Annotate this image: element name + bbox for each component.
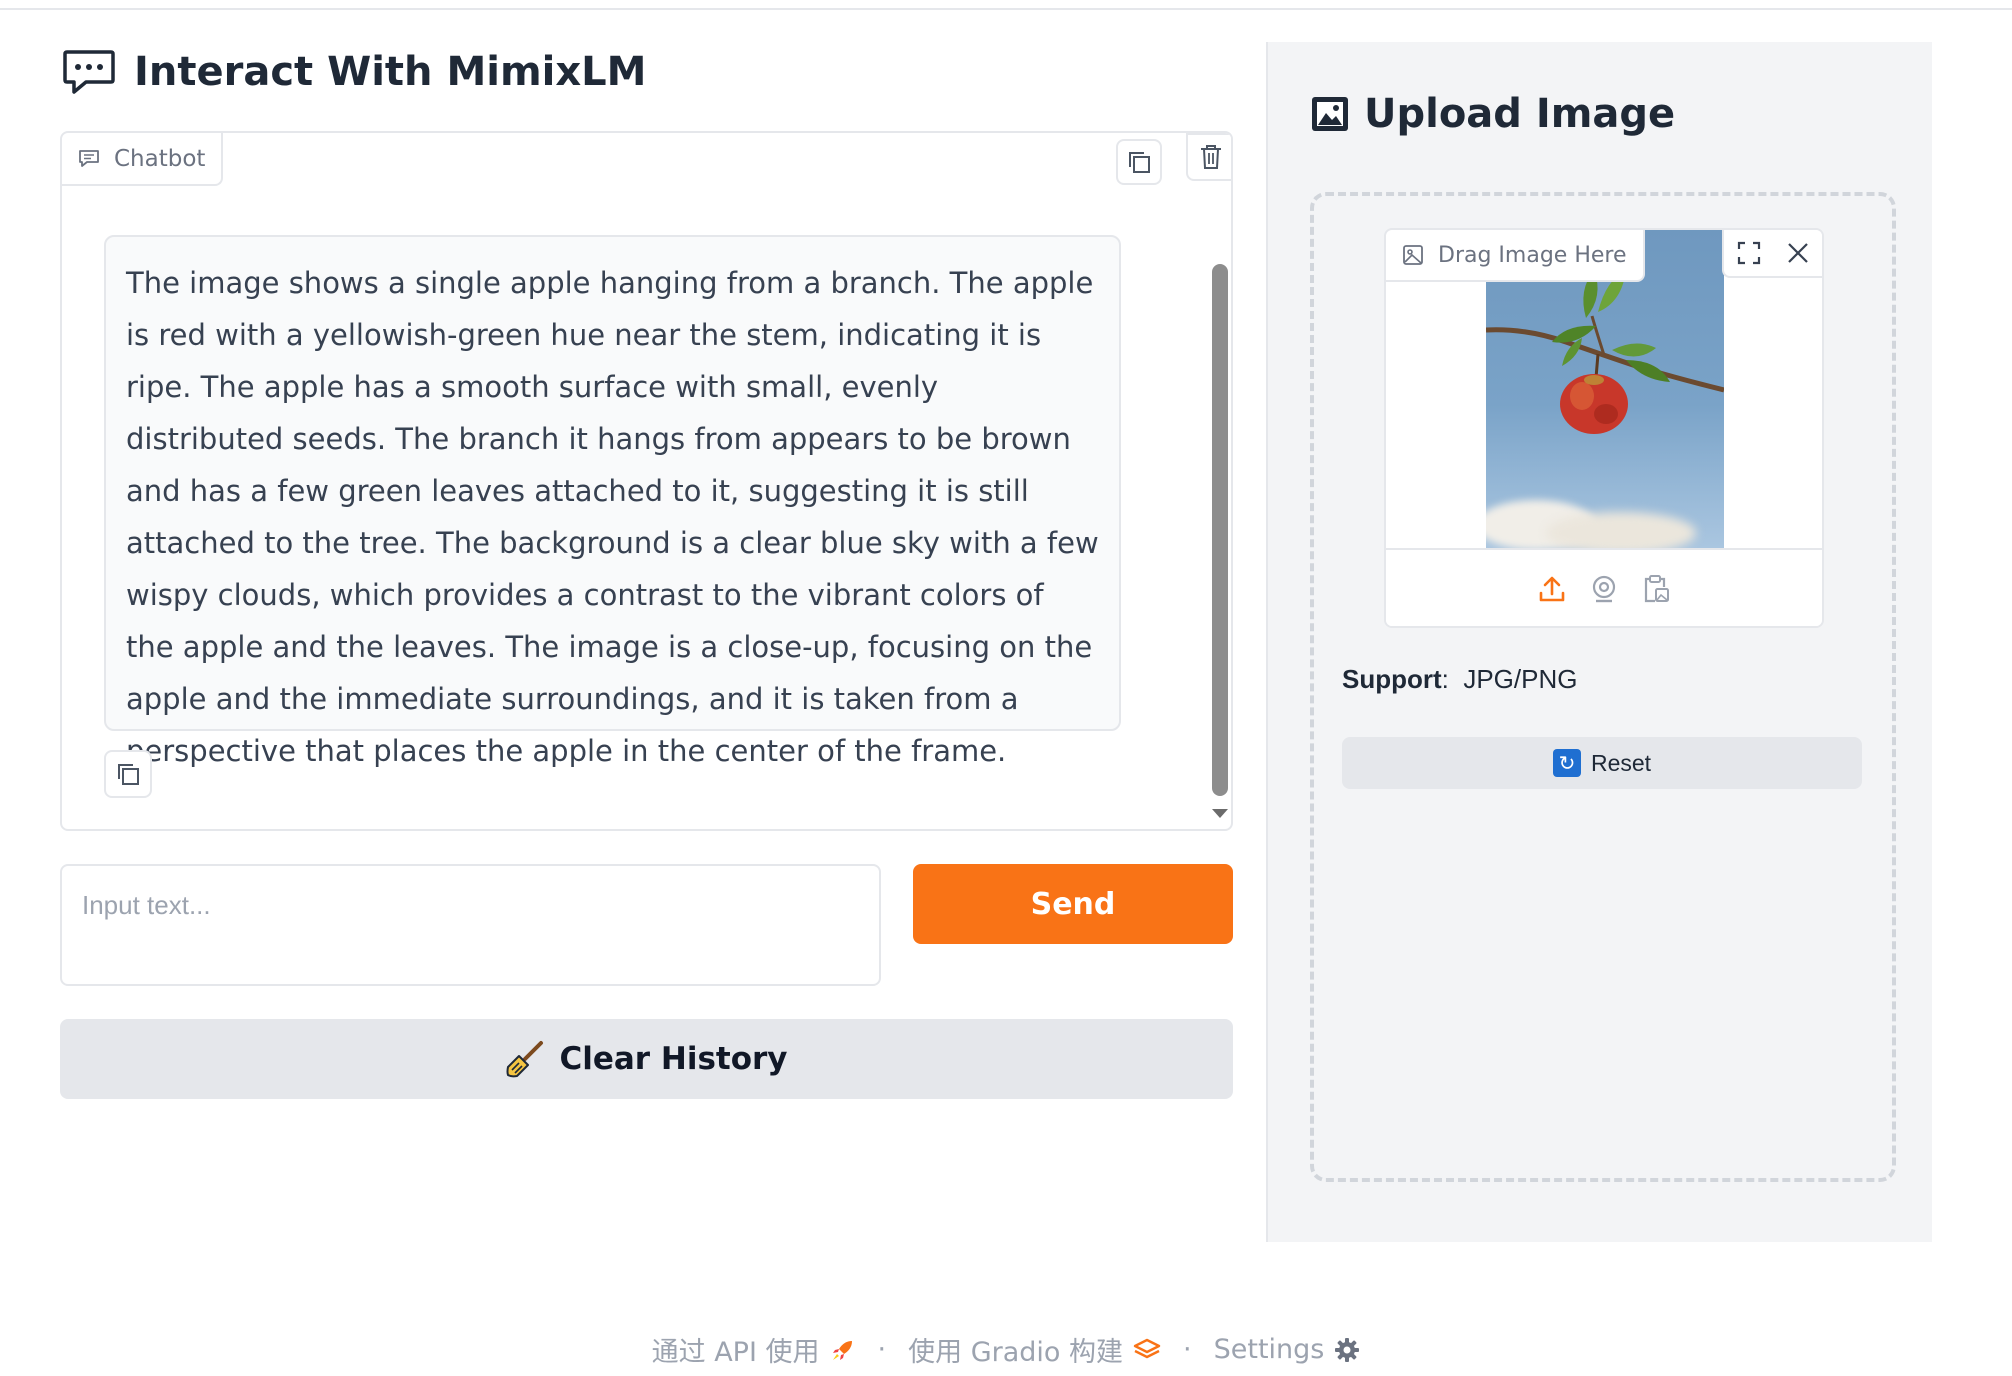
clear-history-label: Clear History <box>559 1041 788 1077</box>
image-source-bar <box>1386 548 1822 626</box>
trash-icon <box>1200 145 1221 169</box>
message-input[interactable] <box>60 864 881 986</box>
refresh-icon: ↻ <box>1552 749 1581 777</box>
chatbot-label-text: Chatbot <box>114 145 206 172</box>
image-preview-card: Drag Image Here <box>1384 228 1824 628</box>
footer-separator-1: · <box>877 1334 887 1365</box>
drag-image-label: Drag Image Here <box>1438 242 1627 268</box>
gradio-link[interactable]: 使用 Gradio 构建 <box>908 1330 1161 1369</box>
upload-panel: Upload Image Drag Image Here Support: JP… <box>1266 42 1932 1242</box>
reset-button[interactable]: ↻ Reset <box>1342 737 1862 789</box>
settings-link[interactable]: Settings <box>1214 1334 1361 1365</box>
copy-message-button[interactable] <box>104 750 152 798</box>
broom-icon <box>506 1041 544 1078</box>
fullscreen-icon[interactable] <box>1736 240 1762 266</box>
footer-separator-2: · <box>1183 1334 1192 1365</box>
chat-header: Interact With MimixLM <box>62 44 646 100</box>
upload-header: Upload Image <box>1310 84 1675 144</box>
support-label: Support <box>1342 664 1442 694</box>
upload-icon[interactable] <box>1537 574 1567 604</box>
chat-scrollbar[interactable] <box>1212 264 1228 796</box>
settings-label: Settings <box>1213 1334 1325 1365</box>
chat-bubble-icon <box>63 50 115 94</box>
reset-label: Reset <box>1590 749 1652 776</box>
picture-frame-icon <box>1312 97 1348 131</box>
scroll-down-arrow[interactable] <box>1212 809 1228 818</box>
top-divider <box>0 8 2012 10</box>
support-formats: Support: JPG/PNG <box>1342 664 1577 695</box>
gradio-logo-icon <box>1133 1338 1161 1358</box>
clear-chat-button[interactable] <box>1186 133 1231 181</box>
copy-conversation-button[interactable] <box>1116 139 1162 185</box>
image-label: Drag Image Here <box>1386 230 1645 282</box>
support-value: JPG/PNG <box>1463 664 1578 694</box>
copy-icon <box>118 764 139 785</box>
close-icon[interactable] <box>1785 240 1811 266</box>
bot-message: The image shows a single apple hanging f… <box>104 235 1121 768</box>
chatbot-panel: Chatbot The image shows a single apple h… <box>60 131 1233 831</box>
api-link[interactable]: 通过 API 使用 <box>652 1330 856 1369</box>
chatbot-label: Chatbot <box>62 133 224 186</box>
image-controls <box>1722 230 1822 278</box>
chatbot-label-icon <box>79 149 99 167</box>
support-separator: : <box>1441 664 1449 694</box>
webcam-icon[interactable] <box>1589 574 1619 604</box>
footer: 通过 API 使用 · 使用 Gradio 构建 · Settings <box>0 1330 2012 1369</box>
copy-icon <box>1129 152 1150 173</box>
gear-icon <box>1335 1337 1360 1362</box>
clear-history-button[interactable]: Clear History <box>60 1019 1233 1099</box>
rocket-icon <box>832 1340 852 1360</box>
clipboard-icon[interactable] <box>1641 574 1671 604</box>
image-label-icon <box>1403 245 1423 265</box>
api-link-label: 通过 API 使用 <box>651 1337 820 1368</box>
send-button[interactable]: Send <box>913 864 1233 944</box>
chat-title: Interact With MimixLM <box>134 49 647 95</box>
upload-title: Upload Image <box>1364 91 1676 137</box>
gradio-link-label: 使用 Gradio 构建 <box>908 1337 1124 1368</box>
